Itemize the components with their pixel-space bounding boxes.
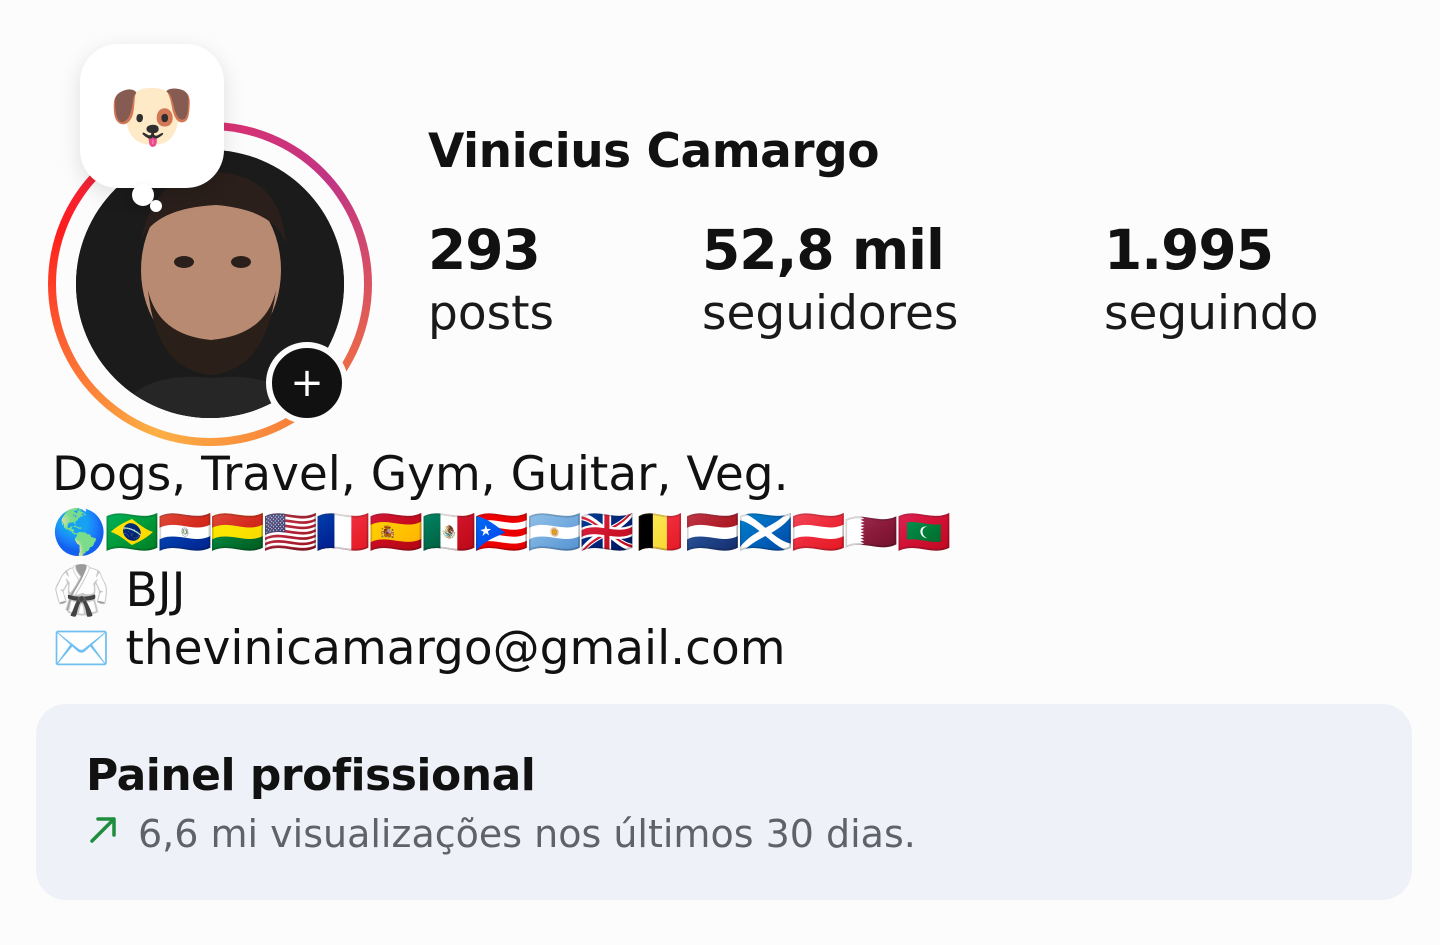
professional-dashboard[interactable]: Painel profissional 6,6 mi visualizações… (36, 704, 1412, 900)
plus-icon: + (290, 360, 324, 406)
profile-name: Vinicius Camargo (428, 124, 880, 179)
add-story-button[interactable]: + (266, 342, 348, 424)
panel-subtitle-text: 6,6 mi visualizações nos últimos 30 dias… (138, 812, 916, 856)
stat-value: 52,8 mil (702, 218, 945, 282)
trend-up-icon (86, 812, 120, 856)
bio: Dogs, Travel, Gym, Guitar, Veg. 🌎🇧🇷🇵🇾🇧🇴🇺… (52, 446, 951, 678)
note-bubble[interactable]: 🐶 (80, 44, 224, 188)
panel-title: Painel profissional (86, 750, 536, 801)
bio-flags: 🌎🇧🇷🇵🇾🇧🇴🇺🇸🇫🇷🇪🇸🇲🇽🇵🇷🇦🇷🇬🇧🇧🇪🇳🇱🏴󠁧󠁢󠁳󠁣󠁴󠁿🇦🇹🇶🇦🇲🇻 (52, 507, 951, 558)
stat-label: seguindo (1104, 286, 1319, 341)
stat-following[interactable]: 1.995 seguindo (1104, 218, 1318, 346)
stat-followers[interactable]: 52,8 mil seguidores (702, 218, 958, 346)
note-emoji: 🐶 (108, 74, 196, 157)
bio-email[interactable]: ✉️ thevinicamargo@gmail.com (52, 620, 949, 678)
stat-posts[interactable]: 293 posts (428, 218, 554, 346)
stat-label: posts (428, 286, 554, 341)
bio-line: Dogs, Travel, Gym, Guitar, Veg. (52, 447, 789, 502)
bio-line: 🥋 BJJ (52, 563, 186, 618)
stat-value: 1.995 (1104, 218, 1274, 282)
panel-subtitle: 6,6 mi visualizações nos últimos 30 dias… (86, 812, 916, 856)
stat-label: seguidores (702, 286, 959, 341)
stat-value: 293 (428, 218, 541, 282)
